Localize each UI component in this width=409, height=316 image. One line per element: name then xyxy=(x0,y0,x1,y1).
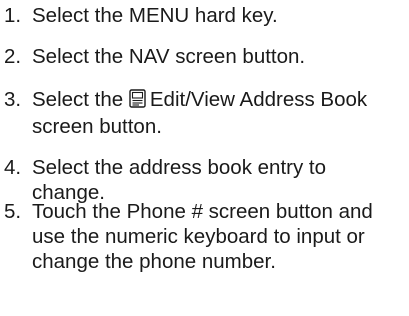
address-book-icon xyxy=(129,89,146,114)
step-text: Select the NAV screen button. xyxy=(32,45,306,68)
step-text: Select the MENU hard key. xyxy=(32,4,278,27)
step-number: 1. xyxy=(4,4,22,27)
step-number: 5. xyxy=(4,200,22,223)
step-text: Touch the Phone # screen button and use … xyxy=(32,200,373,273)
step-number: 3. xyxy=(4,88,22,111)
step-text-before-icon: Select the xyxy=(32,88,124,111)
step-number: 4. xyxy=(4,156,22,179)
step-number: 2. xyxy=(4,45,22,68)
step-text: Select the address book entry to change. xyxy=(32,156,327,204)
step-text: Select the Edit/View Address Book screen… xyxy=(32,87,404,139)
